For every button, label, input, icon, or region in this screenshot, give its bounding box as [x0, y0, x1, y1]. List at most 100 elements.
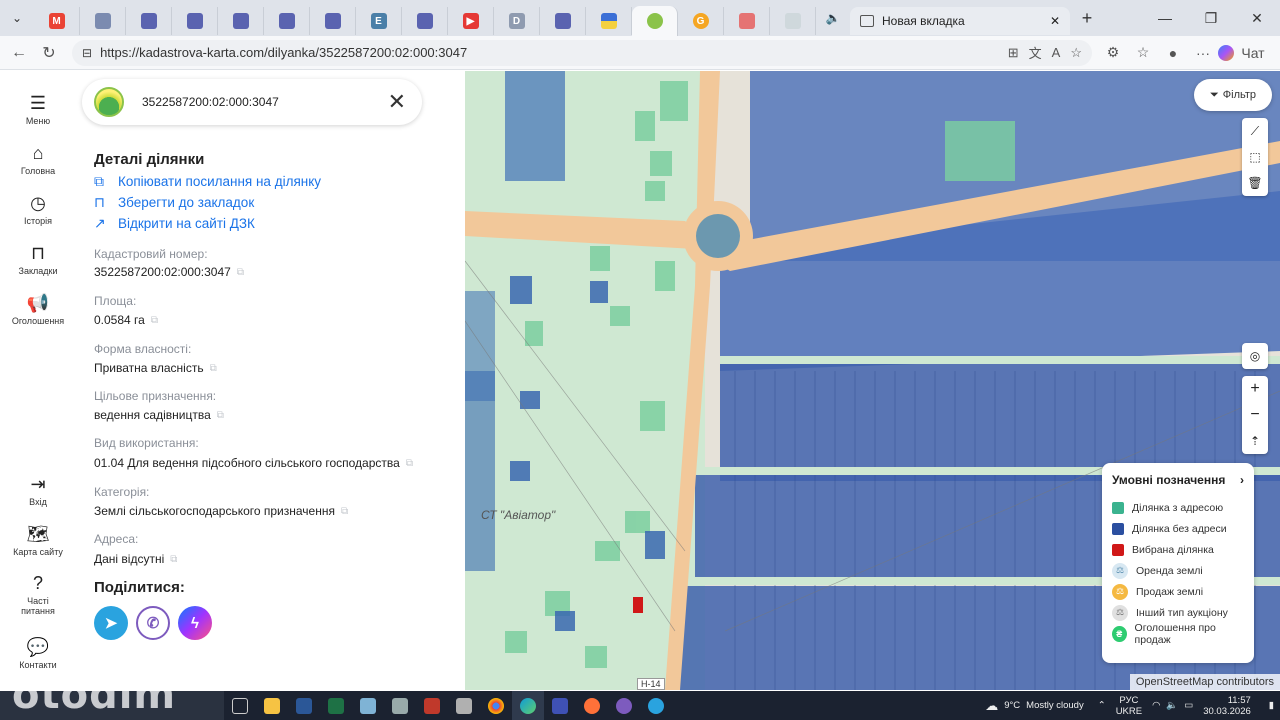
- tab-pdf-2[interactable]: [172, 7, 218, 35]
- copy-icon[interactable]: ⧉: [237, 267, 244, 278]
- weather-widget[interactable]: ☁ 9°C Mostly cloudy: [985, 698, 1084, 714]
- tab-list-button[interactable]: ⌄: [0, 0, 34, 36]
- taskbar-app-2[interactable]: [384, 691, 416, 720]
- nav-contacts[interactable]: 💬 Контакти: [0, 637, 76, 670]
- map-attribution[interactable]: OpenStreetMap contributors: [1129, 674, 1280, 690]
- taskbar-telegram[interactable]: [640, 691, 672, 720]
- tab-docs[interactable]: [80, 7, 126, 35]
- favorite-star-icon[interactable]: ☆: [1070, 45, 1082, 61]
- taskbar-word[interactable]: [288, 691, 320, 720]
- messenger-share-button[interactable]: ϟ: [178, 606, 212, 640]
- zoom-out-button[interactable]: −: [1242, 402, 1268, 428]
- trash-icon[interactable]: 🗑: [1242, 170, 1268, 196]
- copy-icon[interactable]: ⧉: [170, 554, 177, 565]
- favorites-icon[interactable]: ☆: [1128, 44, 1158, 61]
- tray-chevron-icon[interactable]: ⌃: [1098, 700, 1106, 711]
- nav-faq[interactable]: ? Часті питання: [0, 573, 76, 616]
- tab-pinned[interactable]: [724, 7, 770, 35]
- taskbar-viber[interactable]: [608, 691, 640, 720]
- viber-share-button[interactable]: ✆: [136, 606, 170, 640]
- minimize-button[interactable]: —: [1142, 0, 1188, 36]
- nav-bookmarks[interactable]: ⊓ Закладки: [0, 243, 76, 276]
- task-view-button[interactable]: [224, 691, 256, 720]
- tab-flag[interactable]: [586, 7, 632, 35]
- extensions-icon[interactable]: ⚙: [1098, 44, 1128, 61]
- copy-link-button[interactable]: ⧉ Копіювати посилання на ділянку: [94, 173, 321, 190]
- wifi-icon[interactable]: ◠: [1152, 700, 1160, 711]
- tab-g[interactable]: G: [678, 7, 724, 35]
- filter-button[interactable]: ⏷ Фільтр: [1194, 79, 1272, 111]
- close-window-button[interactable]: ✕: [1234, 0, 1280, 36]
- close-icon[interactable]: ✕: [388, 89, 406, 115]
- nav-menu[interactable]: ☰ Меню: [0, 93, 76, 126]
- tab-pdf-5[interactable]: [310, 7, 356, 35]
- search-input[interactable]: 3522587200:02:000:3047: [142, 95, 388, 109]
- restore-button[interactable]: ❐: [1188, 0, 1234, 36]
- search-box[interactable]: 3522587200:02:000:3047 ✕: [82, 79, 422, 125]
- open-dzk-link[interactable]: ↗ Відкрити на сайті ДЗК: [94, 215, 255, 232]
- clock[interactable]: 11:57 30.03.2026: [1203, 695, 1251, 717]
- tab-new-tab[interactable]: Новая вкладка ✕: [850, 7, 1070, 35]
- language-indicator[interactable]: РУС UKRE: [1116, 695, 1142, 717]
- back-button[interactable]: ←: [4, 38, 34, 68]
- nav-history[interactable]: ◷ Історія: [0, 193, 76, 226]
- locate-button[interactable]: ◎: [1242, 343, 1268, 369]
- taskbar-edge[interactable]: [512, 691, 544, 720]
- taskbar-explorer[interactable]: [256, 691, 288, 720]
- notification-icon[interactable]: ▮: [1269, 700, 1274, 711]
- copy-icon[interactable]: ⧉: [151, 315, 158, 326]
- tab-pdf-3[interactable]: [218, 7, 264, 35]
- taskbar-app-4[interactable]: [448, 691, 480, 720]
- taskbar-app-1[interactable]: [352, 691, 384, 720]
- legend-header[interactable]: Умовні позначення ›: [1112, 473, 1244, 487]
- translate-icon[interactable]: 文: [1029, 43, 1042, 62]
- taskbar-save[interactable]: [544, 691, 576, 720]
- tab-youtube[interactable]: ▶: [448, 7, 494, 35]
- login-icon: ⇥: [30, 474, 46, 494]
- taskbar-excel[interactable]: [320, 691, 352, 720]
- new-tab-button[interactable]: +: [1070, 0, 1104, 36]
- tab-pdf-4[interactable]: [264, 7, 310, 35]
- taskbar-firefox[interactable]: [576, 691, 608, 720]
- save-bookmark-button[interactable]: ⊓ Зберегти до закладок: [94, 194, 254, 211]
- ruler-icon[interactable]: ⟋: [1242, 118, 1268, 144]
- reload-button[interactable]: ↻: [34, 38, 64, 68]
- tab-e[interactable]: E: [356, 7, 402, 35]
- document-icon: [278, 13, 295, 29]
- telegram-share-button[interactable]: ➤: [94, 606, 128, 640]
- cadastral-map[interactable]: СТ "Авіатор" Н-14 ⏷ Фільтр ⟋ ⬚ 🗑 ◎ + − ⇡ …: [465, 71, 1280, 690]
- copilot-chat-button[interactable]: Чат: [1218, 44, 1274, 61]
- more-menu-icon[interactable]: ···: [1188, 45, 1218, 61]
- tab-d[interactable]: D: [494, 7, 540, 35]
- compass-icon[interactable]: ⇡: [1242, 428, 1268, 454]
- selected-parcel[interactable]: [633, 597, 643, 613]
- taskbar-chrome[interactable]: [480, 691, 512, 720]
- tab-kadastr[interactable]: [632, 6, 678, 36]
- copy-icon[interactable]: ⧉: [210, 363, 217, 374]
- tab-pdf-6[interactable]: [402, 7, 448, 35]
- copy-icon[interactable]: ⧉: [341, 506, 348, 517]
- copy-icon[interactable]: ⧉: [406, 458, 413, 469]
- site-logo-icon: [94, 87, 124, 117]
- copy-icon[interactable]: ⧉: [217, 410, 224, 421]
- taskbar-app-3[interactable]: [416, 691, 448, 720]
- url-field[interactable]: ⊟ https://kadastrova-karta.com/dilyanka/…: [72, 39, 1092, 66]
- polygon-icon[interactable]: ⬚: [1242, 144, 1268, 170]
- read-aloud-icon[interactable]: A: [1052, 45, 1061, 60]
- site-info-icon[interactable]: ⊟: [82, 46, 92, 60]
- nav-ads[interactable]: 📢 Оголошення: [0, 293, 76, 326]
- task-view-icon: [232, 697, 248, 714]
- app-available-icon[interactable]: ⊞: [1008, 45, 1019, 61]
- tab-gmail[interactable]: M: [34, 7, 80, 35]
- close-tab-icon[interactable]: ✕: [1050, 14, 1060, 28]
- volume-icon[interactable]: 🔈: [1166, 700, 1178, 711]
- profile-avatar[interactable]: ●: [1158, 45, 1188, 61]
- tab-pdf-7[interactable]: [540, 7, 586, 35]
- nav-home[interactable]: ⌂ Головна: [0, 143, 76, 176]
- zoom-in-button[interactable]: +: [1242, 376, 1268, 402]
- nav-login[interactable]: ⇥ Вхід: [0, 474, 76, 507]
- tab-pdf-1[interactable]: [126, 7, 172, 35]
- battery-icon[interactable]: ▭: [1184, 700, 1193, 711]
- nav-sitemap[interactable]: 🗺 Карта сайту: [0, 524, 76, 557]
- tab-loading[interactable]: [770, 7, 816, 35]
